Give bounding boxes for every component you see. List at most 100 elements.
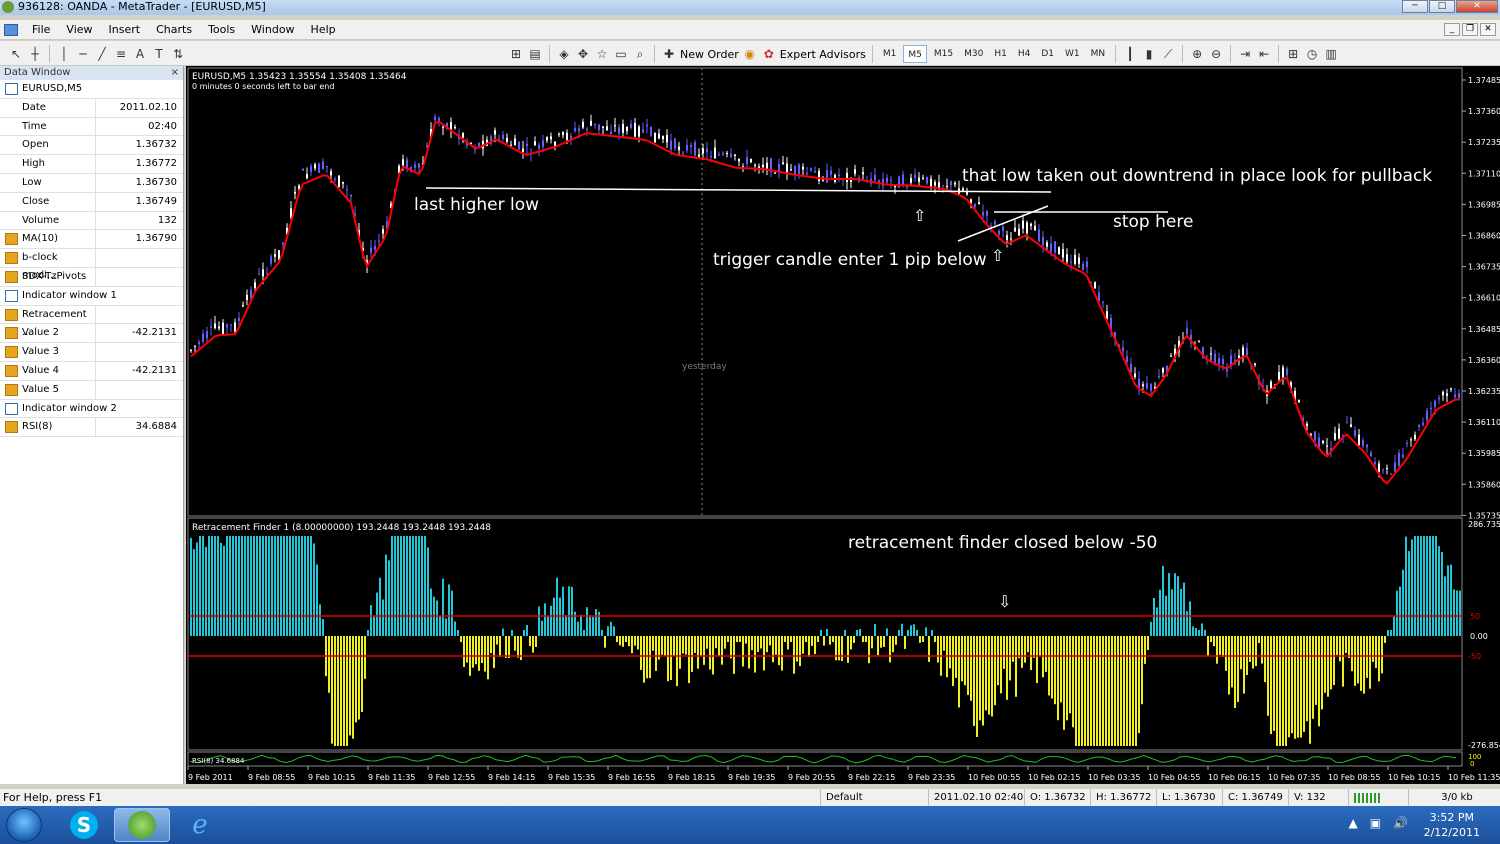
annotation-retracement: retracement finder closed below -50 [848, 533, 1157, 553]
timeframe-mn[interactable]: MN [1087, 45, 1110, 63]
retracement-bar [1069, 636, 1071, 714]
retracement-bar [931, 630, 933, 636]
taskbar-skype[interactable]: S [56, 808, 112, 842]
templates-icon[interactable]: ▥ [1323, 46, 1339, 62]
text-icon[interactable]: A [132, 46, 148, 62]
retracement-bar [205, 546, 207, 636]
trendline-icon[interactable]: ╱ [94, 46, 110, 62]
zoom-in-icon[interactable]: ⊕ [1189, 46, 1205, 62]
data-window-value: 1.36732 [135, 139, 177, 151]
chart-area[interactable]: EURUSD,M5 1.35423 1.35554 1.35408 1.3546… [186, 66, 1500, 784]
metaeditor-icon[interactable]: ◉ [742, 46, 758, 62]
indicators-icon[interactable]: ⊞ [1285, 46, 1301, 62]
maximize-button[interactable]: □ [1429, 0, 1455, 13]
retracement-bar [223, 545, 225, 636]
retracement-bar [1426, 536, 1428, 636]
timeframe-m15[interactable]: M15 [930, 45, 957, 63]
text-label-icon[interactable]: T [151, 46, 167, 62]
expert-advisors-icon[interactable]: ✿ [761, 46, 777, 62]
mdi-minimize-button[interactable]: _ [1444, 23, 1460, 36]
new-chart-icon[interactable]: ⊞ [508, 46, 524, 62]
new-order-icon[interactable]: ✚ [661, 46, 677, 62]
status-profile[interactable]: Default [820, 789, 928, 806]
expert-advisors-button[interactable]: Expert Advisors [780, 48, 866, 61]
retracement-bar [1363, 636, 1365, 694]
navigator-icon[interactable]: ✥ [575, 46, 591, 62]
chart-svg[interactable]: EURUSD,M5 1.35423 1.35554 1.35408 1.3546… [186, 66, 1500, 784]
candlestick-icon[interactable]: ▮ [1141, 46, 1157, 62]
menu-help[interactable]: Help [303, 23, 344, 36]
taskbar-clock[interactable]: 3:52 PM 2/12/2011 [1424, 810, 1480, 840]
retracement-bar [487, 636, 489, 680]
timeframe-h1[interactable]: H1 [990, 45, 1011, 63]
menu-tools[interactable]: Tools [200, 23, 243, 36]
candle-body [794, 166, 796, 175]
cursor-icon[interactable]: ↖ [8, 46, 24, 62]
periods-icon[interactable]: ◷ [1304, 46, 1320, 62]
timeframe-h4[interactable]: H4 [1014, 45, 1035, 63]
retracement-bar [1417, 536, 1419, 636]
close-button[interactable]: ✕ [1456, 0, 1498, 13]
retracement-bar [694, 636, 696, 653]
candle-body [598, 124, 600, 131]
crosshair-icon[interactable]: ┼ [27, 46, 43, 62]
retracement-bar [394, 536, 396, 636]
taskbar-internet-explorer[interactable]: e [172, 808, 228, 842]
timeframe-m30[interactable]: M30 [960, 45, 987, 63]
show-hidden-icons-icon[interactable]: ▲ [1348, 816, 1357, 830]
timeframe-m5[interactable]: M5 [903, 45, 927, 63]
menu-file[interactable]: File [24, 23, 58, 36]
minimize-button[interactable]: ─ [1402, 0, 1428, 13]
retracement-bar [217, 536, 219, 636]
new-order-button[interactable]: New Order [680, 48, 739, 61]
network-icon[interactable]: ▣ [1370, 816, 1381, 830]
retracement-bar [1045, 636, 1047, 672]
tester-icon[interactable]: ⌕ [632, 46, 648, 62]
terminal-icon[interactable]: ▭ [613, 46, 629, 62]
menu-insert[interactable]: Insert [101, 23, 149, 36]
mdi-restore-button[interactable]: ❐ [1462, 23, 1478, 36]
data-window-key: Value 3 [22, 346, 60, 358]
timeframe-d1[interactable]: D1 [1037, 45, 1058, 63]
chart-shift-icon[interactable]: ⇤ [1256, 46, 1272, 62]
data-window-row: SDX-TzPivots [0, 267, 183, 287]
indicator-icon [5, 364, 18, 377]
timeframe-w1[interactable]: W1 [1061, 45, 1084, 63]
mdi-close-button[interactable]: ✕ [1480, 23, 1496, 36]
auto-scroll-icon[interactable]: ⇥ [1237, 46, 1253, 62]
taskbar-metatrader[interactable] [114, 808, 170, 842]
retracement-bar [1129, 636, 1131, 746]
menu-window[interactable]: Window [243, 23, 302, 36]
data-window-value: 1.36730 [135, 176, 177, 188]
bar-chart-icon[interactable]: ┃ [1122, 46, 1138, 62]
retracement-bar [1402, 569, 1404, 636]
retracement-bar [1093, 636, 1095, 746]
profiles-icon[interactable]: ▤ [527, 46, 543, 62]
timeframe-m1[interactable]: M1 [879, 45, 901, 63]
chart-window-icon[interactable] [4, 23, 18, 36]
annotation-stop-here: stop here [1113, 212, 1193, 232]
start-button[interactable] [6, 808, 42, 842]
channel-icon[interactable]: ≡ [113, 46, 129, 62]
indicator-icon [5, 233, 18, 246]
retracement-bar [865, 636, 867, 642]
volume-icon[interactable]: 🔊 [1393, 816, 1408, 830]
candle-body [734, 154, 736, 156]
candle-body [382, 229, 384, 234]
retracement-bar [748, 636, 750, 669]
zoom-out-icon[interactable]: ⊖ [1208, 46, 1224, 62]
menu-view[interactable]: View [58, 23, 100, 36]
market-watch-icon[interactable]: ◈ [556, 46, 572, 62]
candle-body [666, 134, 668, 143]
horizontal-line-icon[interactable]: ─ [75, 46, 91, 62]
data-window-title[interactable]: Data Window × [0, 66, 183, 80]
favorites-icon[interactable]: ☆ [594, 46, 610, 62]
status-volume: V: 132 [1288, 789, 1348, 806]
menu-charts[interactable]: Charts [148, 23, 200, 36]
vertical-line-icon[interactable]: │ [56, 46, 72, 62]
line-chart-icon[interactable]: ⟋ [1160, 46, 1176, 62]
retracement-bar [262, 536, 264, 636]
data-window-close-icon[interactable]: × [171, 66, 179, 80]
arrows-icon[interactable]: ⇅ [170, 46, 186, 62]
time-tick-label: 9 Feb 12:55 [428, 773, 475, 782]
